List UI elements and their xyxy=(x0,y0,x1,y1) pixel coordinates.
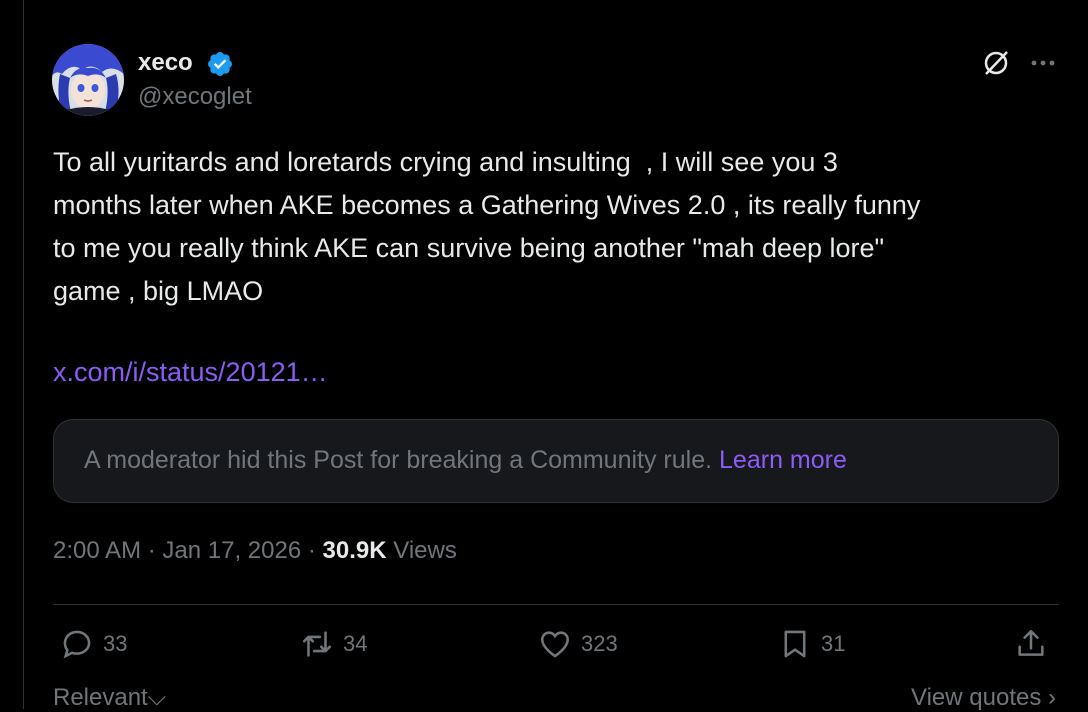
reply-icon xyxy=(63,630,91,659)
bookmark-count: 31 xyxy=(821,631,846,656)
view-quotes-link[interactable]: View quotes › xyxy=(911,684,1056,712)
chevron-right-icon: › xyxy=(1048,684,1056,711)
status-link[interactable]: x.com/i/status/20121… xyxy=(53,357,328,388)
like-count: 323 xyxy=(581,631,618,656)
sort-label: Relevant xyxy=(53,684,148,711)
author-handle[interactable]: @xecoglet xyxy=(138,83,252,111)
sort-dropdown[interactable]: Relevant⌵ xyxy=(53,684,166,712)
verified-badge-icon xyxy=(206,50,234,78)
display-name[interactable]: xeco xyxy=(138,49,193,77)
more-options-icon[interactable] xyxy=(1028,48,1058,78)
post-time[interactable]: 2:00 AM xyxy=(53,537,141,564)
left-border xyxy=(23,0,24,709)
views-label: Views xyxy=(393,537,457,564)
heart-icon xyxy=(540,631,570,658)
avatar[interactable] xyxy=(52,44,124,116)
reply-button[interactable]: 33 xyxy=(60,624,127,664)
view-quotes-label: View quotes xyxy=(911,684,1042,711)
views-count: 30.9K xyxy=(322,537,387,564)
post-date[interactable]: Jan 17, 2026 xyxy=(162,537,301,564)
post-meta: 2:00 AM · Jan 17, 2026 · 30.9K Views xyxy=(53,537,457,565)
chevron-down-icon: ⌵ xyxy=(147,684,166,711)
grok-icon[interactable] xyxy=(981,48,1011,78)
share-button[interactable] xyxy=(1014,624,1048,664)
post-text: To all yuritards and loretards crying an… xyxy=(53,147,921,306)
like-button[interactable]: 323 xyxy=(538,624,618,664)
repost-icon xyxy=(302,631,332,657)
meta-separator: · xyxy=(307,537,316,564)
repost-button[interactable]: 34 xyxy=(300,624,367,664)
moderation-notice: A moderator hid this Post for breaking a… xyxy=(53,419,1059,503)
reply-count: 33 xyxy=(103,631,128,656)
moderation-message: A moderator hid this Post for breaking a… xyxy=(84,446,713,474)
learn-more-link[interactable]: Learn more xyxy=(719,446,847,474)
repost-count: 34 xyxy=(343,631,368,656)
bookmark-icon xyxy=(784,630,806,658)
share-icon xyxy=(1018,629,1044,656)
divider xyxy=(53,604,1059,605)
bookmark-button[interactable]: 31 xyxy=(778,624,845,664)
moderation-text: A moderator hid this Post for breaking a… xyxy=(84,446,847,475)
meta-separator: · xyxy=(147,537,156,564)
